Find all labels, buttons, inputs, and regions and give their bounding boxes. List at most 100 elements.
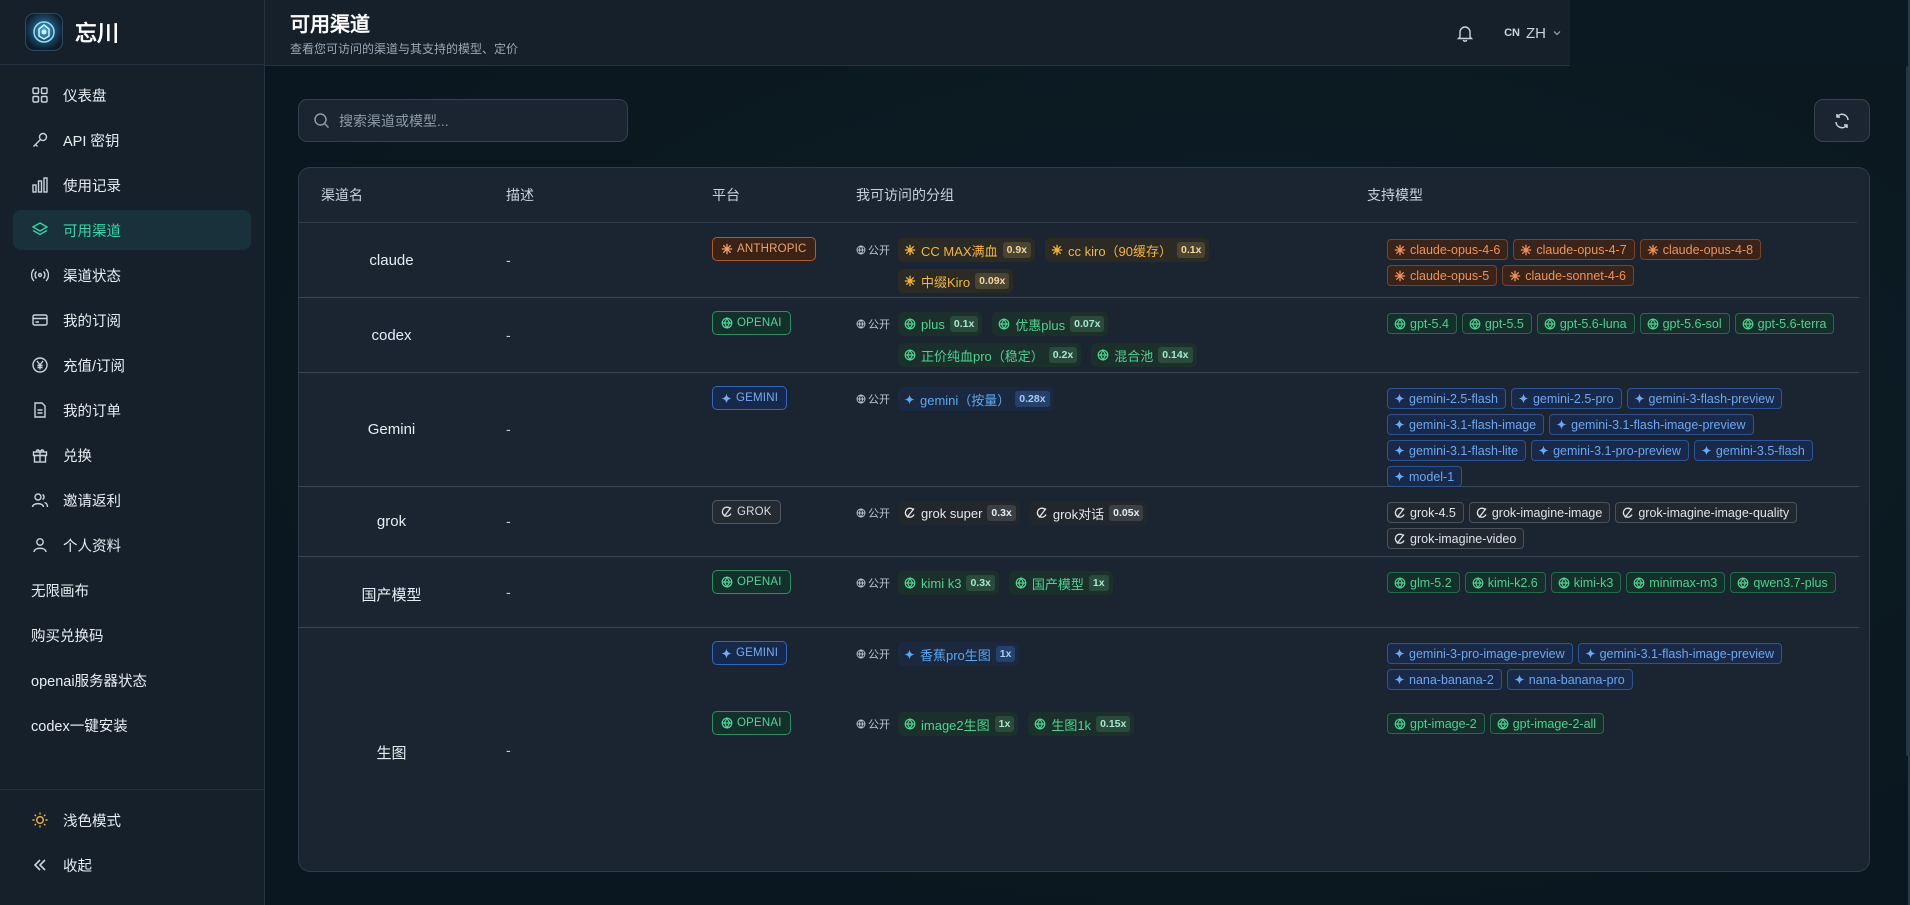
- model-name: qwen3.7-plus: [1753, 575, 1828, 590]
- page-header: 可用渠道 查看您可访问的渠道与其支持的模型、定价 CN ZH: [265, 0, 1570, 66]
- notification-bell-icon[interactable]: [1456, 24, 1474, 42]
- group-chip[interactable]: gemini（按量） 0.28x: [898, 387, 1054, 411]
- group-chip[interactable]: 生图1k 0.15x: [1028, 712, 1135, 736]
- gemini-icon: [1394, 419, 1405, 430]
- model-chip[interactable]: claude-opus-4-8: [1639, 239, 1762, 260]
- model-chip[interactable]: gemini-3.5-flash: [1693, 440, 1813, 461]
- model-chip[interactable]: gpt-5.6-luna: [1536, 313, 1635, 334]
- platform-label: GEMINI: [736, 647, 779, 659]
- model-chip[interactable]: gemini-3-pro-image-preview: [1387, 643, 1573, 664]
- language-code: ZH: [1526, 24, 1546, 42]
- group-chip[interactable]: 正价纯血pro（稳定） 0.2x: [898, 343, 1082, 367]
- theme-toggle-button[interactable]: 浅色模式: [13, 800, 252, 840]
- sidebar-item-channels[interactable]: 可用渠道: [13, 210, 251, 250]
- group-chip[interactable]: image2生图 1x: [898, 712, 1019, 736]
- gemini-icon: [1538, 445, 1549, 456]
- user-icon: [31, 536, 49, 554]
- sidebar-item-dashboard[interactable]: 仪表盘: [13, 75, 251, 115]
- openai-icon: [1097, 349, 1109, 361]
- table-row: Gemini - GEMINI 公开 gemini（按量） 0.28x gemini…: [299, 373, 1859, 487]
- sidebar-item-channel-status[interactable]: 渠道状态: [13, 255, 251, 295]
- sidebar-link-canvas[interactable]: 无限画布: [13, 570, 251, 610]
- model-chip[interactable]: gemini-3.1-flash-image-preview: [1549, 414, 1754, 435]
- model-chip[interactable]: grok-imagine-image: [1468, 502, 1611, 523]
- model-chip[interactable]: gpt-5.4: [1387, 313, 1457, 334]
- model-list: gpt-5.4 gpt-5.5 gpt-5.6-luna gpt-5.6-sol…: [1387, 313, 1847, 334]
- sidebar-item-usage[interactable]: 使用记录: [13, 165, 251, 205]
- group-line: 公开 正价纯血pro（稳定） 0.2x 混合池 0.14x: [856, 342, 1356, 368]
- group-name: 香蕉pro生图: [920, 647, 991, 663]
- sidebar-item-api-keys[interactable]: API 密钥: [13, 120, 251, 160]
- model-chip[interactable]: claude-opus-4-6: [1387, 239, 1509, 260]
- sidebar-link-label: openai服务器状态: [31, 673, 148, 690]
- search-input[interactable]: [339, 112, 609, 129]
- gift-icon: [31, 446, 49, 464]
- model-chip[interactable]: kimi-k3: [1550, 572, 1622, 593]
- model-chip[interactable]: grok-4.5: [1387, 502, 1464, 523]
- model-chip[interactable]: grok-imagine-image-quality: [1615, 502, 1798, 523]
- sidebar-item-profile[interactable]: 个人资料: [13, 525, 251, 565]
- model-chip[interactable]: model-1: [1387, 466, 1463, 487]
- group-chip[interactable]: cc kiro（90缓存） 0.1x: [1045, 238, 1210, 262]
- sidebar-item-redeem[interactable]: 兑换: [13, 435, 251, 475]
- public-tag: 公开: [856, 505, 890, 521]
- refresh-button[interactable]: [1814, 99, 1870, 142]
- group-chip[interactable]: grok super 0.3x: [898, 501, 1020, 525]
- model-chip[interactable]: glm-5.2: [1387, 572, 1460, 593]
- group-chip[interactable]: kimi k3 0.3x: [898, 571, 999, 595]
- group-line: 公开 grok super 0.3x grok对话 0.05x: [856, 500, 1356, 526]
- anthropic-icon: [1051, 244, 1063, 256]
- model-chip[interactable]: gpt-image-2: [1387, 713, 1485, 734]
- sidebar-link-openai-status[interactable]: openai服务器状态: [13, 660, 251, 700]
- globe-icon: [856, 508, 866, 518]
- sidebar-item-recharge[interactable]: 充值/订阅: [13, 345, 251, 385]
- model-chip[interactable]: nana-banana-2: [1387, 669, 1502, 690]
- model-chip[interactable]: gemini-2.5-pro: [1510, 388, 1622, 409]
- table-row: 生图 - GEMINI 公开 香蕉pro生图 1x gemini-3-pro-ima…: [299, 628, 1859, 871]
- model-chip[interactable]: gemini-3.1-flash-image: [1387, 414, 1545, 435]
- group-multiplier: 0.9x: [1002, 242, 1031, 258]
- group-chip[interactable]: plus 0.1x: [898, 312, 983, 336]
- model-chip[interactable]: minimax-m3: [1626, 572, 1726, 593]
- model-chip[interactable]: gpt-image-2-all: [1489, 713, 1605, 734]
- model-chip[interactable]: gemini-2.5-flash: [1387, 388, 1506, 409]
- model-chip[interactable]: nana-banana-pro: [1506, 669, 1633, 690]
- group-chip[interactable]: 优惠plus 0.07x: [992, 312, 1109, 336]
- collapse-sidebar-button[interactable]: 收起: [13, 845, 252, 885]
- model-chip[interactable]: claude-sonnet-4-6: [1502, 265, 1634, 286]
- group-chip[interactable]: 中缀Kiro 0.09x: [898, 269, 1014, 293]
- model-chip[interactable]: gpt-5.5: [1461, 313, 1532, 334]
- sidebar: 忘川 仪表盘 API 密钥 使用记录 可用渠道 渠道状态 我的订阅 充值/订阅 …: [0, 0, 265, 905]
- language-selector[interactable]: CN ZH: [1504, 25, 1562, 42]
- sidebar-link-buy-code[interactable]: 购买兑换码: [13, 615, 251, 655]
- signal-icon: [31, 266, 49, 284]
- model-chip[interactable]: gemini-3.1-pro-preview: [1531, 440, 1689, 461]
- model-chip[interactable]: qwen3.7-plus: [1730, 572, 1836, 593]
- group-chip[interactable]: grok对话 0.05x: [1029, 501, 1148, 525]
- model-chip[interactable]: gpt-5.6-sol: [1639, 313, 1730, 334]
- model-chip[interactable]: claude-opus-4-7: [1513, 239, 1635, 260]
- model-chip[interactable]: kimi-k2.6: [1464, 572, 1546, 593]
- language-flag: CN: [1504, 27, 1520, 39]
- model-chip[interactable]: claude-opus-5: [1387, 265, 1498, 286]
- group-chip[interactable]: 国产模型 1x: [1008, 571, 1113, 595]
- model-chip[interactable]: grok-imagine-video: [1387, 528, 1525, 549]
- gemini-icon: [1394, 393, 1405, 404]
- group-chip[interactable]: 混合池 0.14x: [1091, 343, 1197, 367]
- openai-icon: [721, 317, 733, 329]
- model-chip[interactable]: gemini-3.1-flash-lite: [1387, 440, 1527, 461]
- group-chip[interactable]: 香蕉pro生图 1x: [898, 642, 1020, 666]
- chevrons-left-icon: [31, 856, 49, 874]
- sidebar-item-referral[interactable]: 邀请返利: [13, 480, 251, 520]
- group-multiplier: 0.14x: [1158, 347, 1193, 363]
- channel-name: Gemini: [367, 421, 416, 438]
- model-list: gemini-3-pro-image-preview gemini-3.1-fl…: [1387, 643, 1847, 690]
- model-chip[interactable]: gemini-3.1-flash-image-preview: [1577, 643, 1782, 664]
- sidebar-link-codex-install[interactable]: codex一键安装: [13, 705, 251, 745]
- sidebar-item-subscription[interactable]: 我的订阅: [13, 300, 251, 340]
- model-chip[interactable]: gemini-3-flash-preview: [1626, 388, 1783, 409]
- sidebar-item-orders[interactable]: 我的订单: [13, 390, 251, 430]
- model-chip[interactable]: gpt-5.6-terra: [1734, 313, 1835, 334]
- group-chip[interactable]: CC MAX满血 0.9x: [898, 238, 1035, 262]
- group-list: 公开 CC MAX满血 0.9x cc kiro（90缓存） 0.1x公开 中缀…: [856, 237, 1356, 299]
